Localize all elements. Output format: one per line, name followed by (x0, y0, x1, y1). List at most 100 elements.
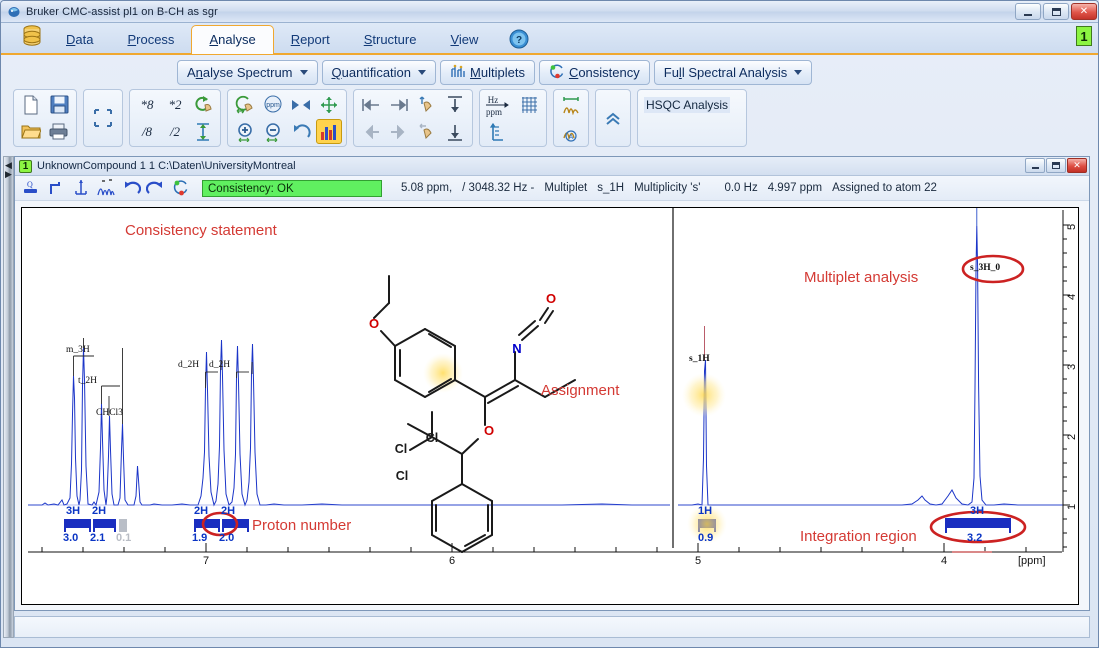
help-icon: ? (509, 29, 529, 53)
move-hand-icon (419, 96, 432, 112)
grid-button[interactable] (516, 92, 542, 117)
hsqc-analysis-label: HSQC Analysis (644, 97, 731, 113)
vertical-fit-icon (197, 122, 209, 141)
child-maximize-button[interactable] (1046, 158, 1066, 173)
spectrum-plot: O N O O Cl Cl Cl (28, 208, 1070, 553)
child-window-controls: ✕ (1025, 158, 1087, 173)
grab-hand-button[interactable] (414, 119, 440, 144)
previous-next-button[interactable] (288, 92, 314, 117)
arrow-left-button[interactable] (358, 119, 384, 144)
collapse-ribbon-button[interactable] (600, 106, 626, 131)
prev-next-icon (292, 99, 310, 110)
zoom-in-button[interactable] (232, 119, 258, 144)
scale-tool-group: *8 /8 *2 /2 (129, 89, 221, 147)
multiply-2-button[interactable]: *2 (162, 92, 188, 117)
hsqc-analysis-panel[interactable]: HSQC Analysis (637, 89, 747, 147)
x-tick-4: 4 (941, 555, 948, 567)
svg-text:A: A (569, 134, 574, 141)
structure-cl-labels: Cl Cl Cl (395, 431, 439, 483)
close-button[interactable]: ✕ (1071, 3, 1097, 20)
full-spectral-analysis-button[interactable]: Full Spectral Analysis (653, 60, 813, 85)
multiplet-analysis-button[interactable] (95, 178, 117, 199)
child-window-title-bar: 1 UnknownCompound 1 1 C:\Daten\Universit… (15, 157, 1089, 176)
multiply-8-button[interactable]: *8 (134, 92, 160, 117)
tab-process[interactable]: Process (110, 26, 191, 53)
status-shift: 4.997 ppm (767, 182, 823, 194)
expand-up-icon (448, 95, 462, 112)
axis-scale-button[interactable] (484, 119, 510, 144)
spectrum-canvas[interactable]: O N O O Cl Cl Cl m_3H t_2H CHCl3 d_2H d_… (21, 207, 1079, 605)
status-id: s_1H (597, 182, 625, 194)
analysis-mode-toolbar: Analyse Spectrum Quantification Multiple… (1, 57, 1098, 88)
tab-analyse[interactable]: Analyse (191, 25, 274, 54)
navigate-tool-group (353, 89, 473, 147)
window-title: Bruker CMC-assist pl1 on B-CH as sgr (26, 5, 218, 18)
vertical-fit-button[interactable] (190, 119, 216, 144)
child-minimize-button[interactable] (1025, 158, 1045, 173)
fit-horizontal-button[interactable] (316, 92, 342, 117)
tab-report[interactable]: Report (274, 26, 347, 53)
multiplet-marker-button[interactable] (558, 92, 584, 117)
maximize-button[interactable] (1043, 3, 1069, 20)
proton-count-3h-right: 3H (970, 505, 985, 517)
tab-structure[interactable]: Structure (347, 26, 434, 53)
left-dock-rail[interactable]: ◀ ▶ (3, 156, 14, 638)
consistency-check-button[interactable] (170, 178, 192, 199)
peak-picking-button[interactable] (316, 119, 342, 144)
atom-label-cl-2: Cl (395, 442, 408, 456)
application-menu-button[interactable] (15, 24, 49, 52)
expand-down-button[interactable] (442, 119, 468, 144)
quantification-button[interactable]: Quantification (321, 60, 437, 85)
minimize-icon (1031, 167, 1039, 169)
annotate-tool-group: A (553, 89, 589, 147)
save-button[interactable] (46, 92, 72, 117)
expand-up-button[interactable] (442, 92, 468, 117)
tab-data[interactable]: DDataata (49, 26, 110, 53)
grab-hand-icon (419, 123, 432, 139)
open-folder-button[interactable] (18, 119, 44, 144)
undo-zoom-button[interactable] (288, 119, 314, 144)
move-hand-button[interactable] (414, 92, 440, 117)
child-close-button[interactable]: ✕ (1067, 158, 1087, 173)
divide-2-button[interactable]: /2 (162, 119, 188, 144)
dataset-number-badge: 1 (19, 159, 32, 173)
consistency-check-icon (173, 180, 188, 196)
shift-right-edge-button[interactable] (386, 92, 412, 117)
pan-zoom-button[interactable] (232, 92, 258, 117)
proton-number-annotation: Proton number (252, 517, 352, 534)
collapse-tool-group (595, 89, 631, 147)
ppm-scale-button[interactable]: ppm (260, 92, 286, 117)
new-document-button[interactable] (18, 92, 44, 117)
ppm-scale-icon: ppm (264, 95, 281, 113)
zoom-tool-group: ppm (227, 89, 347, 147)
shift-left-edge-button[interactable] (358, 92, 384, 117)
analyse-spectrum-button[interactable]: Analyse Spectrum (177, 60, 318, 85)
help-button[interactable]: ? (509, 29, 529, 49)
arrow-right-button[interactable] (386, 119, 412, 144)
peak-pick-icon (75, 180, 87, 195)
right-pane-trace (678, 225, 1070, 506)
assignment-annotation: Assignment (541, 382, 620, 399)
y-tick-3: 3 (1066, 363, 1078, 370)
bruker-app-icon (7, 5, 21, 19)
zoom-out-button[interactable] (260, 119, 286, 144)
undo-button[interactable] (120, 178, 142, 199)
tab-view[interactable]: View (433, 26, 495, 53)
integrate-button[interactable] (45, 178, 67, 199)
file-tool-group (13, 89, 77, 147)
select-region-button[interactable] (88, 106, 118, 131)
peak-pick-button[interactable] (70, 178, 92, 199)
rotate-intensity-button[interactable] (190, 92, 216, 117)
redo-button[interactable] (145, 178, 167, 199)
consistency-button[interactable]: Consistency (538, 60, 650, 85)
minimize-button[interactable] (1015, 3, 1041, 20)
integral-marker-button[interactable]: A (558, 119, 584, 144)
divide-8-button[interactable]: /8 (134, 119, 160, 144)
chevron-up-double-icon (606, 112, 620, 125)
baseline-button[interactable]: Q (20, 178, 42, 199)
print-button[interactable] (46, 119, 72, 144)
hz-ppm-toggle-button[interactable]: Hz ppm (484, 92, 514, 117)
y-tick-5: 5 (1066, 223, 1078, 230)
multiplets-button[interactable]: Multiplets (440, 60, 535, 85)
proton-count-1h: 1H (698, 505, 713, 517)
